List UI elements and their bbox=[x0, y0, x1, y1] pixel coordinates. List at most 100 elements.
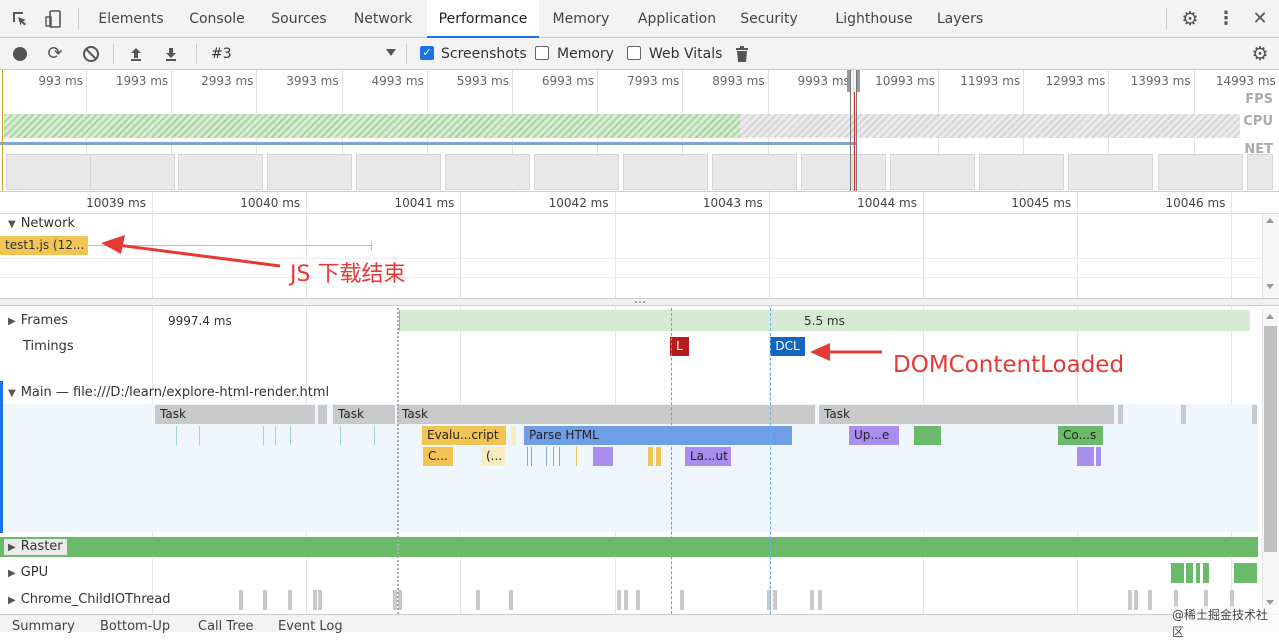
main-track-header[interactable]: ▼Main — file:///D:/learn/explore-html-re… bbox=[8, 385, 329, 400]
device-toggle-icon[interactable] bbox=[44, 9, 64, 29]
small-event[interactable] bbox=[374, 426, 375, 445]
small-event[interactable] bbox=[199, 426, 200, 445]
web-vitals-checkbox[interactable] bbox=[627, 46, 641, 60]
io-thread-event[interactable] bbox=[1128, 590, 1132, 610]
raster-track-header[interactable]: ▶Raster bbox=[4, 539, 67, 555]
task-event[interactable] bbox=[1252, 405, 1257, 424]
small-event[interactable] bbox=[1096, 447, 1101, 466]
scroll-down-icon[interactable] bbox=[1266, 600, 1274, 605]
task-event[interactable]: Task bbox=[155, 405, 315, 424]
io-thread-event[interactable] bbox=[636, 590, 640, 610]
gpu-event[interactable] bbox=[1186, 563, 1193, 583]
screenshot-thumbnail[interactable] bbox=[1158, 154, 1243, 190]
tab-application[interactable]: Application bbox=[630, 0, 724, 38]
screenshot-thumbnail[interactable] bbox=[801, 154, 886, 190]
screenshots-checkbox[interactable]: ✓ bbox=[420, 46, 434, 60]
gpu-event[interactable] bbox=[1171, 563, 1184, 583]
tab-elements[interactable]: Elements bbox=[88, 0, 174, 38]
io-thread-event[interactable] bbox=[680, 590, 684, 610]
settings-icon[interactable]: ⚙ bbox=[1180, 9, 1200, 29]
small-event[interactable] bbox=[1077, 447, 1094, 466]
screenshot-thumbnail[interactable] bbox=[534, 154, 619, 190]
tab-memory[interactable]: Memory bbox=[544, 0, 618, 38]
inspect-icon[interactable] bbox=[10, 9, 30, 29]
flamechart-scrollbar-thumb[interactable] bbox=[1264, 326, 1277, 552]
small-event[interactable] bbox=[263, 426, 264, 445]
gpu-track-header[interactable]: ▶GPU bbox=[8, 565, 48, 580]
small-event[interactable] bbox=[340, 426, 341, 445]
gpu-event[interactable] bbox=[1203, 563, 1209, 583]
record-icon[interactable] bbox=[13, 47, 27, 61]
raster-track-bar[interactable] bbox=[0, 537, 1258, 557]
small-event[interactable] bbox=[290, 426, 291, 445]
io-thread-event[interactable] bbox=[263, 590, 267, 610]
tab-performance[interactable]: Performance bbox=[427, 0, 539, 38]
small-event[interactable] bbox=[546, 447, 547, 466]
close-icon[interactable]: ✕ bbox=[1250, 9, 1270, 29]
capture-settings-icon[interactable]: ⚙ bbox=[1249, 38, 1271, 70]
evaluate-script-event[interactable]: Evalu...cript bbox=[422, 426, 506, 445]
tab-sources[interactable]: Sources bbox=[260, 0, 338, 38]
task-event[interactable] bbox=[318, 405, 327, 424]
download-icon[interactable] bbox=[163, 46, 179, 62]
dcl-marker[interactable]: DCL bbox=[770, 337, 805, 356]
screenshot-thumbnail[interactable] bbox=[445, 154, 530, 190]
io-thread-event[interactable] bbox=[810, 590, 814, 610]
screenshot-thumbnail[interactable] bbox=[623, 154, 708, 190]
recalculate-style-event[interactable] bbox=[593, 447, 613, 466]
small-event[interactable] bbox=[527, 447, 528, 466]
screenshot-thumbnail[interactable] bbox=[267, 154, 352, 190]
tab-network[interactable]: Network bbox=[342, 0, 424, 38]
io-thread-event[interactable] bbox=[624, 590, 628, 610]
tab-security[interactable]: Security bbox=[734, 0, 804, 38]
small-event[interactable] bbox=[576, 447, 577, 466]
frames-track-header[interactable]: ▶Frames bbox=[8, 313, 68, 328]
io-thread-event[interactable] bbox=[1134, 590, 1138, 610]
small-event[interactable] bbox=[176, 426, 177, 445]
parse-html-event[interactable]: Parse HTML bbox=[524, 426, 792, 445]
screenshot-thumbnail[interactable] bbox=[178, 154, 263, 190]
io-thread-event[interactable] bbox=[288, 590, 292, 610]
update-layer-tree-event[interactable]: Up...e bbox=[849, 426, 899, 445]
io-thread-event[interactable] bbox=[818, 590, 822, 610]
composite-layers-event[interactable]: Co...s bbox=[1058, 426, 1103, 445]
gpu-event[interactable] bbox=[1234, 563, 1257, 583]
io-thread-event[interactable] bbox=[239, 590, 243, 610]
io-thread-event[interactable] bbox=[509, 590, 513, 610]
io-thread-event[interactable] bbox=[313, 590, 317, 610]
more-icon[interactable]: ⋮ bbox=[1216, 9, 1236, 29]
io-thread-event[interactable] bbox=[617, 590, 621, 610]
anonymous-function-event[interactable]: (... bbox=[481, 447, 505, 466]
task-event[interactable]: Task bbox=[397, 405, 815, 424]
screenshot-thumbnail[interactable] bbox=[90, 154, 175, 190]
task-event[interactable] bbox=[1118, 405, 1123, 424]
reload-record-icon[interactable]: ⟳ bbox=[44, 38, 66, 70]
tab-console[interactable]: Console bbox=[178, 0, 256, 38]
scroll-up-icon[interactable] bbox=[1266, 218, 1274, 223]
child-io-thread-track-header[interactable]: ▶Chrome_ChildIOThread bbox=[8, 592, 171, 607]
io-thread-event[interactable] bbox=[476, 590, 480, 610]
memory-checkbox[interactable] bbox=[535, 46, 549, 60]
scroll-down-icon[interactable] bbox=[1266, 284, 1274, 289]
small-event[interactable] bbox=[553, 447, 554, 466]
layout-event[interactable]: La...ut bbox=[685, 447, 731, 466]
compile-script-event[interactable]: C... bbox=[423, 447, 453, 466]
small-event[interactable] bbox=[511, 426, 516, 445]
screenshot-thumbnail[interactable] bbox=[1068, 154, 1153, 190]
small-event[interactable] bbox=[656, 447, 661, 466]
chevron-down-icon[interactable] bbox=[386, 49, 396, 56]
small-event[interactable] bbox=[559, 447, 560, 466]
screenshot-thumbnail[interactable] bbox=[712, 154, 797, 190]
clear-icon[interactable] bbox=[83, 46, 99, 62]
screenshot-thumbnail[interactable] bbox=[890, 154, 975, 190]
io-thread-event[interactable] bbox=[773, 590, 777, 610]
profile-select[interactable]: #3 bbox=[211, 38, 232, 70]
io-thread-event[interactable] bbox=[1148, 590, 1152, 610]
screenshot-thumbnail[interactable] bbox=[6, 154, 91, 190]
task-event[interactable]: Task bbox=[333, 405, 395, 424]
load-marker[interactable]: L bbox=[670, 337, 689, 356]
task-event[interactable]: Task bbox=[819, 405, 1114, 424]
task-event[interactable] bbox=[1181, 405, 1186, 424]
timeline-overview[interactable]: 993 ms1993 ms2993 ms3993 ms4993 ms5993 m… bbox=[0, 70, 1279, 192]
paint-event[interactable] bbox=[914, 426, 941, 445]
